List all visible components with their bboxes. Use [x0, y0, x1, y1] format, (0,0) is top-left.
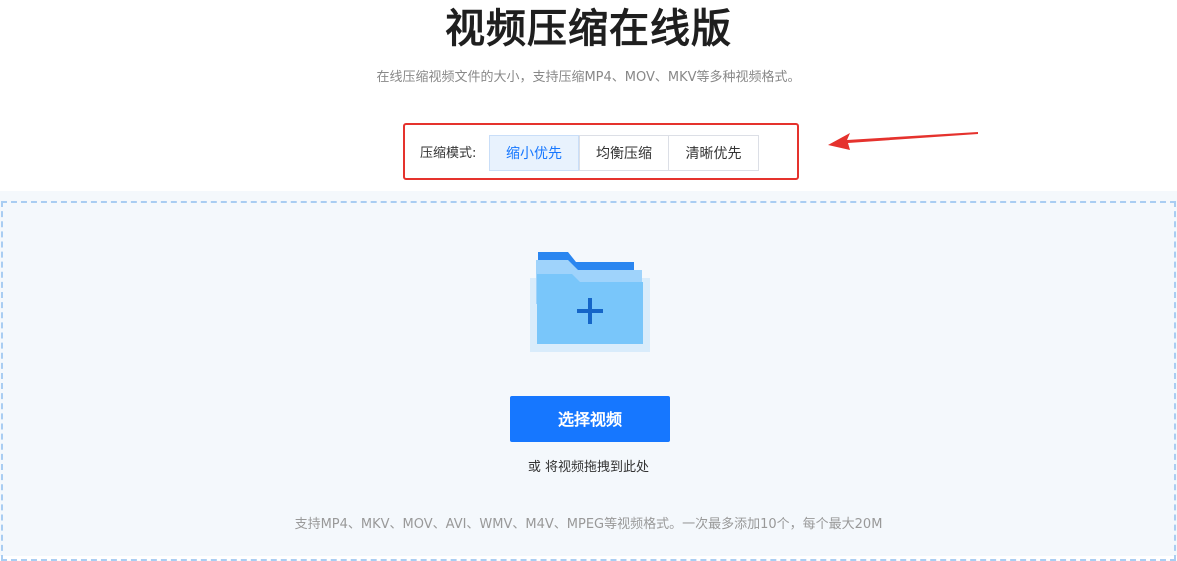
drag-hint: 或 将视频拖拽到此处	[527, 460, 650, 475]
arrow-left-icon	[828, 132, 978, 150]
select-video-button[interactable]: 选择视频	[510, 396, 670, 442]
folder-plus-icon	[530, 252, 650, 352]
page-subtitle: 在线压缩视频文件的大小，支持压缩MP4、MOV、MKV等多种视频格式。	[376, 70, 801, 85]
mode-option-balanced[interactable]: 均衡压缩	[579, 135, 669, 171]
page: 视频压缩在线版 在线压缩视频文件的大小，支持压缩MP4、MOV、MKV等多种视频…	[0, 0, 1177, 561]
mode-option-smallest[interactable]: 缩小优先	[489, 135, 579, 171]
page-title: 视频压缩在线版	[445, 6, 732, 52]
supported-formats-text: 支持MP4、MKV、MOV、AVI、WMV、M4V、MPEG等视频格式。一次最多…	[294, 517, 883, 532]
compress-mode-label: 压缩模式:	[420, 146, 477, 161]
mode-option-clarity[interactable]: 清晰优先	[668, 135, 759, 171]
